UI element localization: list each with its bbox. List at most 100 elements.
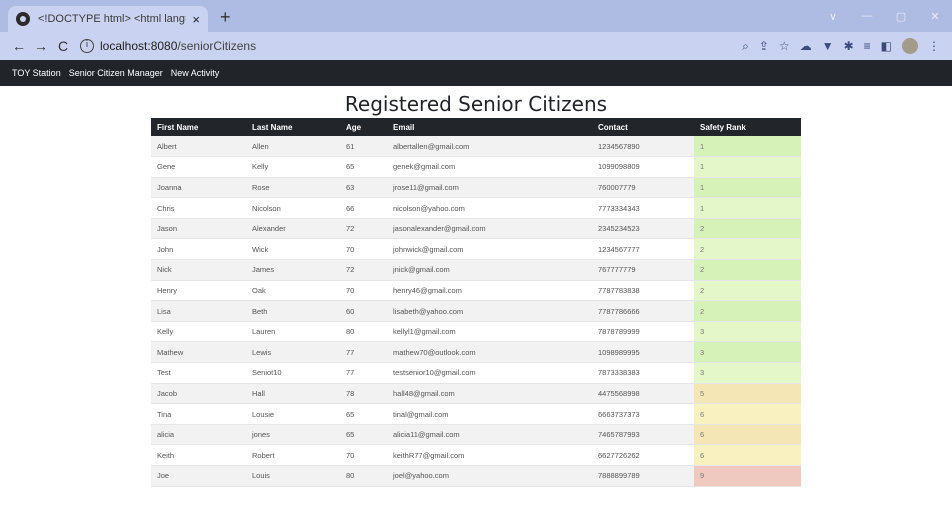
cell-safety-rank: 2 <box>694 300 801 322</box>
tab-title: <!DOCTYPE html> <html lang= <box>38 13 187 25</box>
globe-icon <box>16 12 30 26</box>
cell-last-name: Louis <box>246 465 340 487</box>
column-header-email: Email <box>387 118 592 136</box>
profile-avatar[interactable] <box>902 38 918 54</box>
cell-age: 77 <box>340 362 387 384</box>
nav-senior-citizen-manager[interactable]: Senior Citizen Manager <box>69 68 163 78</box>
cell-email: albertallen@gmail.com <box>387 136 592 158</box>
cell-age: 70 <box>340 280 387 302</box>
brand-link[interactable]: TOY Station <box>12 68 61 78</box>
cell-safety-rank: 6 <box>694 424 801 446</box>
cell-last-name: Allen <box>246 136 340 158</box>
cell-age: 65 <box>340 156 387 178</box>
cell-age: 70 <box>340 238 387 261</box>
menu-kebab-icon[interactable]: ⋮ <box>928 39 940 53</box>
cell-age: 80 <box>340 321 387 343</box>
cell-contact: 7878789999 <box>592 321 694 343</box>
cell-first-name: Mathew <box>151 341 246 364</box>
table-row: Tina Lousie 65 tinal@gmail.com 6663737373 6 <box>151 403 801 425</box>
cell-email: jrose11@gmail.com <box>387 177 592 199</box>
cell-contact: 1234567890 <box>592 136 694 158</box>
column-header-safety-rank: Safety Rank <box>694 118 801 136</box>
cell-first-name: Test <box>151 362 246 384</box>
cell-email: johnwick@gmail.com <box>387 238 592 261</box>
cell-email: testsenior10@gmail.com <box>387 362 592 384</box>
table-row: Mathew Lewis 77 mathew70@outlook.com 1098989… <box>151 341 801 364</box>
share-icon[interactable]: ⇪ <box>759 39 769 53</box>
cell-safety-rank: 3 <box>694 341 801 364</box>
cell-email: jnick@gmail.com <box>387 259 592 281</box>
cell-email: henry46@gmail.com <box>387 280 592 302</box>
cell-first-name: alicia <box>151 424 246 446</box>
cell-last-name: Nicolson <box>246 197 340 219</box>
cell-safety-rank: 1 <box>694 136 801 158</box>
table-row: Henry Oak 70 henry46@gmail.com 7787783838 2 <box>151 280 801 302</box>
cell-last-name: Beth <box>246 300 340 322</box>
cell-last-name: Seniot10 <box>246 362 340 384</box>
cell-email: joel@yahoo.com <box>387 465 592 487</box>
table-row: Keith Robert 70 keithR77@gmail.com 662772626… <box>151 444 801 466</box>
url-field[interactable]: i localhost:8080/seniorCitizens <box>80 35 732 57</box>
window-controls: ∨ — ▢ ✕ <box>816 0 952 32</box>
cell-age: 70 <box>340 444 387 466</box>
column-header-last-name: Last Name <box>246 118 340 136</box>
reload-icon[interactable]: C <box>52 38 74 54</box>
cell-contact: 1098989995 <box>592 341 694 364</box>
cell-email: mathew70@outlook.com <box>387 341 592 364</box>
site-info-icon[interactable]: i <box>80 39 94 53</box>
cell-last-name: jones <box>246 424 340 446</box>
cell-contact: 7787783838 <box>592 280 694 302</box>
extensions-puzzle-icon[interactable]: ✱ <box>844 39 854 53</box>
cell-first-name: Kelly <box>151 321 246 343</box>
reading-list-icon[interactable]: ≡ <box>864 39 871 53</box>
table-row: Chris Nicolson 66 nicolson@yahoo.com 7773334… <box>151 197 801 219</box>
cell-first-name: Albert <box>151 136 246 158</box>
cell-safety-rank: 3 <box>694 362 801 384</box>
nav-new-activity[interactable]: New Activity <box>171 68 220 78</box>
tab-search-icon[interactable]: ∨ <box>816 10 850 23</box>
forward-arrow-icon[interactable]: → <box>30 38 52 54</box>
back-arrow-icon[interactable]: ← <box>8 38 30 54</box>
close-tab-icon[interactable]: × <box>192 12 200 27</box>
column-header-first-name: First Name <box>151 118 246 136</box>
cell-safety-rank: 2 <box>694 280 801 302</box>
table-row: Test Seniot10 77 testsenior10@gmail.com 7873… <box>151 362 801 384</box>
cell-age: 63 <box>340 177 387 199</box>
cell-first-name: Joe <box>151 465 246 487</box>
cell-age: 80 <box>340 465 387 487</box>
maximize-button[interactable]: ▢ <box>884 10 918 23</box>
table-row: Jacob Hall 78 hall48@gmail.com 4475568998 5 <box>151 383 801 405</box>
zoom-icon[interactable]: ⌕ <box>742 39 749 54</box>
new-tab-button[interactable]: + <box>220 7 231 28</box>
cell-contact: 6627726262 <box>592 444 694 466</box>
minimize-button[interactable]: — <box>850 10 884 22</box>
cell-safety-rank: 2 <box>694 238 801 261</box>
cell-first-name: John <box>151 238 246 261</box>
cell-email: genek@gmail.com <box>387 156 592 178</box>
senior-citizens-table: First Name Last Name Age Email Contact S… <box>151 118 801 487</box>
table-row: Kelly Lauren 80 kellyl1@gmail.com 7878789999… <box>151 321 801 343</box>
browser-toolbar: ⌕ ⇪ ☆ ☁ ▼ ✱ ≡ ◧ ⋮ <box>742 38 944 54</box>
cell-first-name: Lisa <box>151 300 246 322</box>
cell-contact: 767777779 <box>592 259 694 281</box>
table-row: Lisa Beth 60 lisabeth@yahoo.com 7787786666 2 <box>151 300 801 322</box>
cell-contact: 7873338383 <box>592 362 694 384</box>
browser-tab[interactable]: <!DOCTYPE html> <html lang= × <box>8 6 208 32</box>
cell-age: 60 <box>340 300 387 322</box>
table-row: Nick James 72 jnick@gmail.com 767777779 2 <box>151 259 801 281</box>
close-window-button[interactable]: ✕ <box>918 10 952 23</box>
cell-first-name: Nick <box>151 259 246 281</box>
bookmark-star-icon[interactable]: ☆ <box>779 39 790 53</box>
cell-contact: 2345234523 <box>592 218 694 240</box>
cell-first-name: Joanna <box>151 177 246 199</box>
url-host: localhost:8080 <box>100 39 178 53</box>
side-panel-icon[interactable]: ◧ <box>881 39 892 53</box>
shield-extension-icon[interactable]: ▼ <box>822 39 834 53</box>
browser-tab-strip: <!DOCTYPE html> <html lang= × + ∨ — ▢ ✕ <box>0 0 952 32</box>
cell-first-name: Gene <box>151 156 246 178</box>
cell-contact: 7888899789 <box>592 465 694 487</box>
cloud-extension-icon[interactable]: ☁ <box>800 39 812 53</box>
table-row: Jason Alexander 72 jasonalexander@gmail.com… <box>151 218 801 240</box>
table-row: Albert Allen 61 albertallen@gmail.com 123456… <box>151 136 801 158</box>
table-row: Gene Kelly 65 genek@gmail.com 1099098809 1 <box>151 156 801 178</box>
